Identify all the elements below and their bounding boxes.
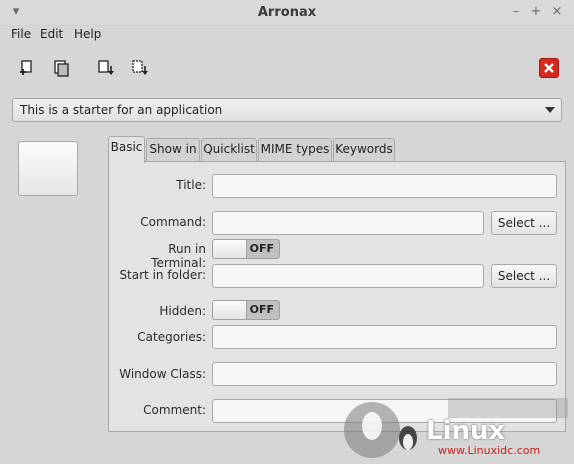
template-combo[interactable]: This is a starter for an application	[12, 98, 562, 122]
menu-edit[interactable]: Edit	[40, 27, 63, 41]
tab-keywords[interactable]: Keywords	[333, 138, 395, 162]
red-x-icon[interactable]	[539, 58, 559, 78]
hidden-state: OFF	[249, 303, 274, 316]
watermark-site: Linux	[426, 416, 506, 446]
maximize-button[interactable]: +	[528, 4, 544, 20]
start-folder-input[interactable]	[212, 264, 484, 288]
hidden-toggle[interactable]: OFF	[212, 300, 280, 320]
command-label: Command:	[140, 215, 206, 229]
watermark-url: www.Linuxidc.com	[438, 444, 541, 457]
hidden-label: Hidden:	[159, 304, 206, 318]
chevron-down-icon	[545, 107, 555, 113]
window-class-input[interactable]	[212, 362, 557, 386]
template-combo-value: This is a starter for an application	[20, 103, 223, 117]
title-bar: ▾ Arronax – + ×	[0, 0, 574, 26]
menu-file[interactable]: File	[11, 27, 31, 41]
title-label: Title:	[176, 178, 206, 192]
basic-panel	[108, 161, 566, 432]
tab-show-in[interactable]: Show in	[146, 138, 200, 162]
tab-quicklist[interactable]: Quicklist	[201, 138, 257, 162]
run-terminal-label: Run in Terminal:	[151, 242, 206, 270]
toggle-knob	[213, 240, 247, 258]
categories-label: Categories:	[137, 330, 206, 344]
menu-bar: File Edit Help	[0, 26, 574, 44]
minimize-button[interactable]: –	[508, 4, 524, 20]
close-button[interactable]: ×	[549, 4, 565, 20]
toolbar	[0, 52, 574, 84]
toggle-knob	[213, 301, 247, 319]
tab-basic[interactable]: Basic	[108, 136, 145, 163]
app-window: ▾ Arronax – + × File Edit Help This is a…	[0, 0, 574, 464]
window-class-label: Window Class:	[119, 367, 206, 381]
window-title: Arronax	[257, 5, 317, 20]
save-as-icon[interactable]	[130, 58, 150, 78]
title-input[interactable]	[212, 174, 557, 198]
menu-help[interactable]: Help	[74, 27, 101, 41]
categories-input[interactable]	[212, 325, 557, 349]
open-icon[interactable]	[52, 58, 72, 78]
save-icon[interactable]	[96, 58, 116, 78]
comment-label: Comment:	[143, 403, 206, 417]
tab-mime-types[interactable]: MIME types	[258, 138, 332, 162]
run-terminal-state: OFF	[249, 242, 274, 255]
watermark: Linux www.Linuxidc.com	[338, 394, 574, 464]
new-file-icon[interactable]	[17, 58, 37, 78]
start-folder-label: Start in folder:	[119, 268, 206, 282]
command-select-button[interactable]: Select ...	[491, 211, 557, 235]
start-folder-select-button[interactable]: Select ...	[491, 264, 557, 288]
run-terminal-toggle[interactable]: OFF	[212, 239, 280, 259]
app-icon-button[interactable]	[18, 141, 78, 196]
command-input[interactable]	[212, 211, 484, 235]
